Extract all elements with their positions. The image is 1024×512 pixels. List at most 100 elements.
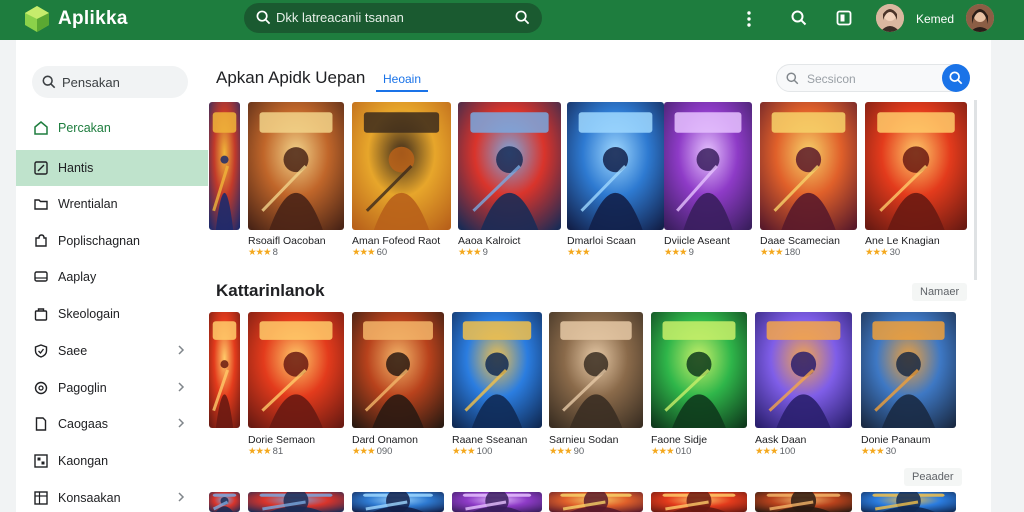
game-thumbnail[interactable]	[865, 102, 967, 230]
star-rating-icon: ★★★	[861, 446, 885, 457]
top-search-bar[interactable]: Dkk latreacanii tsanan	[244, 3, 542, 33]
rating-value: 9	[688, 247, 694, 258]
search-icon	[949, 71, 963, 85]
rating-value: 60	[376, 247, 388, 258]
star-rating-icon: ★★★	[567, 247, 591, 258]
rating-value: 8	[272, 247, 278, 258]
game-thumbnail[interactable]	[651, 312, 747, 428]
game-rating: ★★★ 180	[760, 247, 800, 258]
scrollbar[interactable]	[974, 100, 977, 280]
game-thumbnail[interactable]	[352, 102, 451, 230]
game-title[interactable]: Sarnieu Sodan	[549, 434, 618, 446]
more-vert-icon[interactable]	[745, 10, 753, 28]
game-thumbnail[interactable]	[549, 312, 643, 428]
star-rating-icon: ★★★	[458, 247, 482, 258]
sidebar-item[interactable]: Poplischagnan	[16, 223, 208, 259]
search-button[interactable]	[942, 64, 970, 92]
sidebar-item[interactable]: Caogaas	[16, 406, 208, 442]
game-thumbnail[interactable]	[861, 312, 956, 428]
game-thumbnail[interactable]	[248, 312, 344, 428]
search-icon	[256, 10, 271, 25]
game-thumbnail[interactable]	[755, 312, 852, 428]
game-thumbnail[interactable]	[458, 102, 561, 230]
game-thumbnail[interactable]	[664, 102, 752, 230]
star-rating-icon: ★★★	[549, 446, 573, 457]
game-rating: ★★★ 81	[248, 446, 283, 457]
game-rating: ★★★ 8	[248, 247, 278, 258]
sidebar-item[interactable]: Hantis	[16, 150, 208, 186]
game-thumbnail[interactable]	[248, 492, 344, 512]
game-thumbnail[interactable]	[452, 312, 542, 428]
sidebar-item[interactable]: Kaongan	[16, 443, 208, 479]
chevron-right-icon	[178, 492, 185, 502]
game-thumbnail-partial[interactable]	[209, 492, 240, 512]
user-name: Kemed	[916, 12, 955, 26]
game-thumbnail[interactable]	[248, 102, 344, 230]
top-search-text: Dkk latreacanii tsanan	[276, 10, 404, 25]
app-name: Aplikka	[58, 8, 128, 29]
sidebar-item[interactable]: Wrentialan	[16, 186, 208, 222]
game-thumbnail-partial[interactable]	[209, 312, 240, 428]
game-thumbnail[interactable]	[549, 492, 643, 512]
sidebar: Pensakan Percakan Hantis Wrentialan Poplisc…	[16, 40, 208, 512]
chevron-right-icon	[178, 382, 185, 392]
sidebar-item[interactable]: Saee	[16, 333, 208, 369]
tab-home[interactable]: Heoain	[376, 70, 428, 92]
see-more-link-2[interactable]: Peaader	[904, 468, 962, 486]
game-thumbnail[interactable]	[651, 492, 747, 512]
see-more-link[interactable]: Namaer	[912, 283, 968, 301]
grid-icon	[34, 454, 48, 468]
game-title[interactable]: Ane Le Knagian	[865, 235, 940, 247]
game-title[interactable]: Aask Daan	[755, 434, 806, 446]
game-thumbnail[interactable]	[352, 312, 444, 428]
bag-icon	[34, 308, 48, 321]
top-app-bar: Aplikka Dkk latreacanii tsanan Kemed	[0, 0, 1024, 40]
game-thumbnail[interactable]	[861, 492, 956, 512]
star-rating-icon: ★★★	[352, 247, 376, 258]
game-thumbnail[interactable]	[755, 492, 852, 512]
sidebar-item[interactable]: Konsaakan	[16, 480, 208, 512]
star-rating-icon: ★★★	[248, 446, 272, 457]
sidebar-search[interactable]: Pensakan	[32, 66, 188, 98]
page-gutter	[991, 40, 1024, 512]
folder-icon	[34, 199, 48, 210]
game-title[interactable]: Aman Fofeod Raot	[352, 235, 440, 247]
tablet-icon[interactable]	[836, 10, 852, 26]
profile-avatar[interactable]	[966, 4, 994, 32]
game-title[interactable]: Daae Scamecian	[760, 235, 840, 247]
chevron-right-icon	[178, 345, 185, 355]
search-icon[interactable]	[791, 10, 807, 26]
star-rating-icon: ★★★	[248, 247, 272, 258]
search-icon	[42, 75, 56, 89]
game-thumbnail[interactable]	[452, 492, 542, 512]
sidebar-item-label: Caogaas	[58, 417, 109, 431]
sidebar-item[interactable]: Percakan	[16, 110, 208, 146]
chevron-right-icon	[178, 418, 185, 428]
game-title[interactable]: Rsoaifl Oacoban	[248, 235, 326, 247]
rating-value: 81	[272, 446, 284, 457]
rating-value: 100	[779, 446, 796, 457]
sidebar-item[interactable]: Skeologain	[16, 296, 208, 332]
game-title[interactable]: Dmarloi Scaan	[567, 235, 636, 247]
game-thumbnail[interactable]	[352, 492, 444, 512]
search-submit-icon[interactable]	[515, 10, 530, 25]
sidebar-item-label: Percakan	[58, 121, 111, 135]
main-search-input[interactable]: Secsicon	[776, 64, 970, 92]
game-title[interactable]: Faone Sidje	[651, 434, 707, 446]
game-title[interactable]: Dviicle Aseant	[664, 235, 730, 247]
game-thumbnail[interactable]	[760, 102, 857, 230]
game-thumbnail[interactable]	[567, 102, 664, 230]
avatar[interactable]	[876, 4, 904, 32]
game-thumbnail-partial[interactable]	[209, 102, 240, 230]
rating-value: 30	[885, 446, 897, 457]
sidebar-item[interactable]: Pagoglin	[16, 370, 208, 406]
section-title: Apkan Apidk Uepan	[216, 68, 366, 87]
game-title[interactable]: Dard Onamon	[352, 434, 418, 446]
game-title[interactable]: Aaoa Kalroict	[458, 235, 520, 247]
sidebar-item[interactable]: Aaplay	[16, 259, 208, 295]
game-title[interactable]: Raane Sseanan	[452, 434, 527, 446]
display-icon	[34, 271, 48, 282]
game-title[interactable]: Donie Panaum	[861, 434, 930, 446]
edit-box-icon	[34, 161, 48, 175]
game-title[interactable]: Dorie Semaon	[248, 434, 315, 446]
